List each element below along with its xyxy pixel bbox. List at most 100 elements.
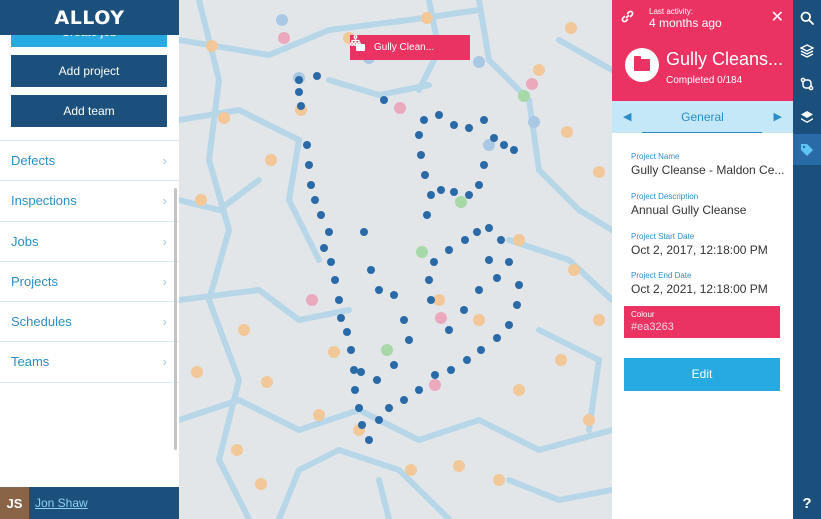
asset-marker xyxy=(261,376,273,388)
asset-marker xyxy=(335,296,343,304)
asset-marker xyxy=(493,334,501,342)
field-label: Project Start Date xyxy=(631,232,695,241)
map-canvas[interactable] xyxy=(179,0,612,519)
field-value: Annual Gully Cleanse xyxy=(631,203,747,217)
asset-marker xyxy=(450,121,458,129)
sidebar-item-label: Defects xyxy=(11,153,56,168)
tag-icon[interactable] xyxy=(793,134,821,165)
project-completion: Completed 0/184 xyxy=(666,75,743,86)
asset-marker xyxy=(526,78,538,90)
asset-marker xyxy=(510,146,518,154)
avatar[interactable]: JS xyxy=(0,487,29,519)
asset-marker xyxy=(390,291,398,299)
project-header: Gully Cleans... Completed 0/184 xyxy=(612,35,793,101)
asset-marker xyxy=(375,286,383,294)
asset-marker xyxy=(297,102,305,110)
map-road xyxy=(276,446,452,519)
link-icon[interactable] xyxy=(621,10,634,26)
search-icon[interactable] xyxy=(793,2,821,33)
user-name-link[interactable]: Jon Shaw xyxy=(35,496,88,510)
map-road xyxy=(326,77,432,99)
map-road xyxy=(179,396,612,454)
sidebar-scrollbar[interactable] xyxy=(174,188,177,450)
sidebar: Create job ALLOY Add project Add team De… xyxy=(0,0,179,519)
asset-marker xyxy=(373,376,381,384)
asset-marker xyxy=(351,386,359,394)
sidebar-item-projects[interactable]: Projects › xyxy=(0,262,179,303)
asset-marker xyxy=(400,316,408,324)
field-value: #ea3263 xyxy=(631,321,674,333)
tab-general[interactable]: General xyxy=(681,110,724,124)
project-map-label-text: Gully Clean... xyxy=(374,42,435,53)
field-label: Colour xyxy=(631,310,655,319)
map-road xyxy=(506,477,612,504)
edit-button[interactable]: Edit xyxy=(624,358,780,391)
asset-marker xyxy=(475,286,483,294)
field-project-name: Project Name Gully Cleanse - Maldon Ce..… xyxy=(631,152,784,177)
asset-marker xyxy=(313,409,325,421)
asset-marker xyxy=(295,76,303,84)
help-icon[interactable]: ? xyxy=(793,488,821,519)
route-icon[interactable] xyxy=(793,68,821,99)
add-project-button[interactable]: Add project xyxy=(11,55,167,87)
asset-marker xyxy=(475,181,483,189)
asset-marker xyxy=(450,188,458,196)
asset-marker xyxy=(473,228,481,236)
asset-marker xyxy=(390,361,398,369)
project-map-label[interactable]: Gully Clean... xyxy=(350,35,470,60)
sidebar-item-jobs[interactable]: Jobs › xyxy=(0,222,179,262)
project-assets xyxy=(295,72,523,444)
project-icon xyxy=(625,48,659,82)
sidebar-item-schedules[interactable]: Schedules › xyxy=(0,302,179,343)
asset-marker xyxy=(405,336,413,344)
asset-marker xyxy=(513,234,525,246)
asset-marker xyxy=(191,366,203,378)
map-road xyxy=(196,0,252,519)
sidebar-item-inspections[interactable]: Inspections › xyxy=(0,181,179,222)
asset-marker xyxy=(195,194,207,206)
asset-marker xyxy=(416,246,428,258)
stack-icon[interactable] xyxy=(793,101,821,132)
map-view[interactable]: Gully Clean... xyxy=(179,0,612,519)
field-project-end-date: Project End Date Oct 2, 2021, 12:18:00 P… xyxy=(631,271,768,296)
asset-marker xyxy=(593,166,605,178)
asset-marker xyxy=(350,366,358,374)
caret-right-icon[interactable]: ▶ xyxy=(774,101,782,133)
chevron-right-icon: › xyxy=(162,314,167,330)
asset-marker xyxy=(565,22,577,34)
layers-icon[interactable] xyxy=(793,35,821,66)
asset-marker xyxy=(427,191,435,199)
project-title: Gully Cleans... xyxy=(666,49,784,69)
add-team-button[interactable]: Add team xyxy=(11,95,167,127)
map-road xyxy=(179,286,352,324)
chevron-right-icon: › xyxy=(162,354,167,370)
asset-marker xyxy=(505,258,513,266)
sidebar-item-teams[interactable]: Teams › xyxy=(0,342,179,383)
tab-underline xyxy=(642,132,762,133)
map-road xyxy=(476,0,612,233)
asset-marker xyxy=(358,421,366,429)
field-value: Gully Cleanse - Maldon Ce... xyxy=(631,163,785,177)
asset-marker xyxy=(485,256,493,264)
chevron-right-icon: › xyxy=(162,273,167,289)
asset-marker xyxy=(360,228,368,236)
sidebar-item-defects[interactable]: Defects › xyxy=(0,141,179,182)
close-icon[interactable]: ✕ xyxy=(771,7,784,27)
caret-left-icon[interactable]: ◀ xyxy=(623,101,631,133)
field-label: Project Description xyxy=(631,192,699,201)
asset-marker xyxy=(357,368,365,376)
asset-marker xyxy=(328,346,340,358)
asset-marker xyxy=(218,112,230,124)
asset-marker xyxy=(367,266,375,274)
asset-marker xyxy=(303,141,311,149)
alloy-logo[interactable]: ALLOY xyxy=(55,7,125,29)
field-value: Oct 2, 2017, 12:18:00 PM xyxy=(631,243,768,257)
asset-marker xyxy=(355,404,363,412)
asset-marker xyxy=(528,116,540,128)
asset-marker xyxy=(461,236,469,244)
asset-marker xyxy=(430,258,438,266)
user-bar: JS Jon Shaw xyxy=(0,487,179,519)
asset-marker xyxy=(435,312,447,324)
asset-marker xyxy=(415,131,423,139)
project-details-panel: Last activity: 4 months ago ✕ Gully Clea… xyxy=(612,0,793,519)
